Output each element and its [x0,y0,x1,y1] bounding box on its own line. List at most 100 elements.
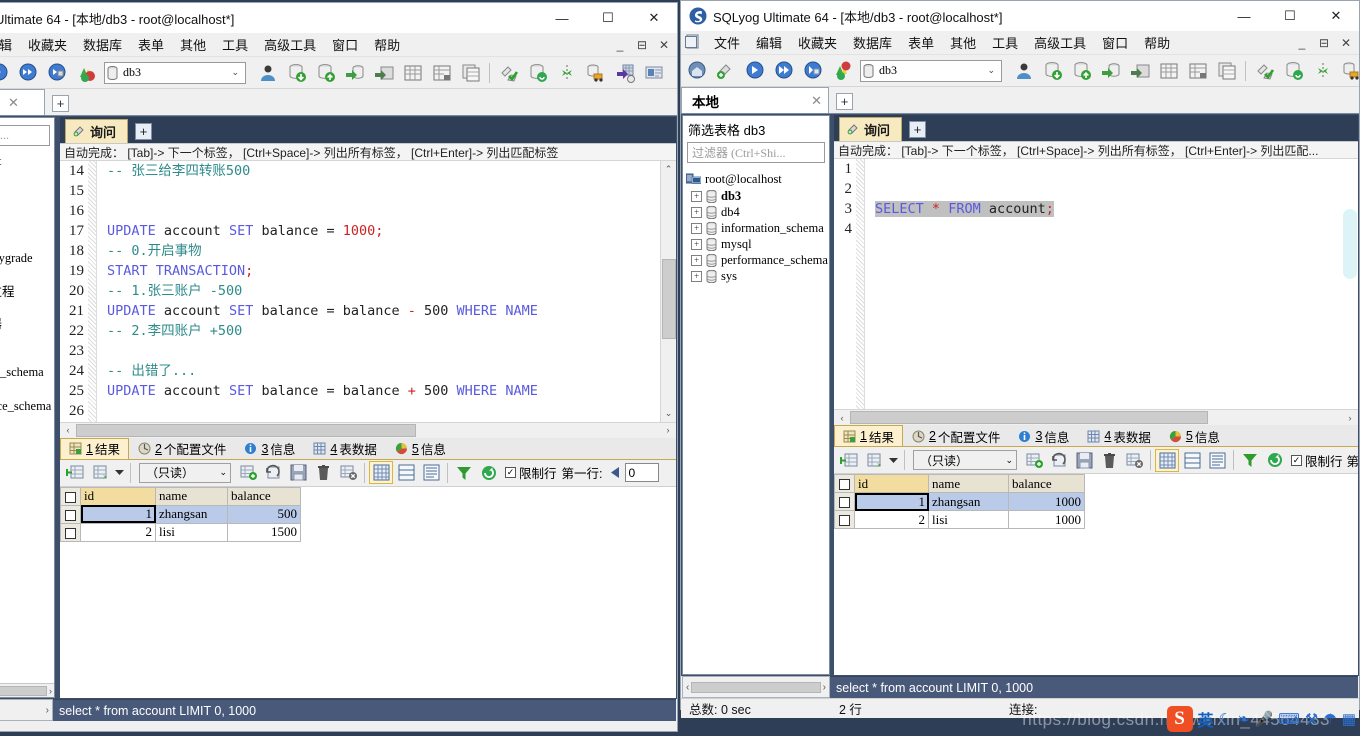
menu-item-other[interactable]: 其他 [942,31,984,54]
chevron-down-icon[interactable]: ⌄ [987,65,995,76]
right-code-content[interactable]: SELECT * FROM account; [865,159,1342,409]
left-result-grid[interactable]: id name balance 1 zhangsan 500 2 lisi 15… [60,486,676,698]
tree-node[interactable] [0,346,54,364]
moon-icon[interactable]: ☾ [1219,710,1232,728]
add-row-variant-icon[interactable] [862,449,886,472]
tree-node[interactable]: emp [0,218,54,234]
expander-icon[interactable]: + [691,254,702,266]
tree-node-mysql[interactable]: + mysql [683,236,829,252]
execute-query-icon[interactable] [742,57,769,84]
new-query-tab-button[interactable]: + [909,121,927,138]
microphone-icon[interactable]: 🎤 [1255,710,1274,728]
scroll-right-icon[interactable]: › [1342,410,1358,426]
tree-node[interactable]: dept [0,202,54,218]
close-button[interactable]: ✕ [631,3,677,33]
refresh-icon[interactable] [1263,449,1287,472]
tree-node-root[interactable]: root@localhost [683,170,829,188]
scroll-left-icon[interactable]: ‹ [834,410,850,426]
column-header-id[interactable]: id [80,486,156,506]
close-icon[interactable]: ✕ [8,95,19,111]
save-icon[interactable] [1072,449,1096,472]
delete-row-icon[interactable] [311,461,335,484]
backup-db-icon[interactable] [341,59,368,86]
table-row[interactable]: 2 lisi 1000 [834,510,1085,529]
delete-all-icon[interactable] [336,461,360,484]
dropdown-arrow-icon[interactable] [113,461,126,484]
cell-name[interactable]: lisi [928,510,1009,529]
scroll-right-icon[interactable]: › [49,686,52,696]
code-line[interactable]: SELECT * FROM account; [875,199,1342,219]
first-row-input[interactable]: 0 [624,463,659,482]
tree-hscrollbar[interactable]: ‹ › [0,683,54,697]
menu-item-4[interactable]: 其他 [172,33,214,56]
tree-node[interactable]: 发器 [0,314,54,331]
add-row-variant-icon[interactable] [88,461,112,484]
left-query-tabs[interactable]: 询问 + [60,117,676,143]
expander-icon[interactable]: + [691,238,702,250]
scroll-thumb[interactable] [661,259,676,339]
right-sqlyog-window[interactable]: SQLyog Ultimate 64 - [本地/db3 - root@loca… [680,0,1360,718]
right-object-tree-panel[interactable]: 筛选表格 db3 过滤器 (Ctrl+Shi... root@localhost… [682,115,830,675]
apps-icon[interactable]: ▦ [1342,710,1356,728]
insert-record-icon[interactable] [1022,449,1046,472]
tree-node[interactable]: job [0,234,54,250]
execute-all-icon[interactable] [15,59,42,86]
menu-item-8[interactable]: 帮助 [366,33,408,56]
scroll-right-icon[interactable]: › [660,422,676,438]
restore-db-icon[interactable] [370,59,397,86]
readonly-mode-selector[interactable]: （只读） ⌄ [913,450,1017,470]
right-tree-hscrollbar[interactable]: ‹ › [682,676,830,698]
chevron-down-icon[interactable]: ⌄ [1005,455,1013,466]
menu-item-help[interactable]: 帮助 [1136,31,1178,54]
row-checkbox-cell[interactable] [834,510,855,529]
data-transfer-icon[interactable] [1338,57,1359,84]
copy-table-icon[interactable] [457,59,484,86]
table-save-icon[interactable] [428,59,455,86]
result-tab-table-data[interactable]: 4 表数据 [304,438,385,459]
dropdown-arrow-icon[interactable] [887,449,900,472]
sync-check-icon[interactable] [1251,57,1278,84]
column-header-name[interactable]: name [928,474,1009,493]
cell-name[interactable]: zhangsan [155,504,228,524]
right-result-tabs[interactable]: 1 结果 2 个配置文件 3 信息 4 表数据 5 信息 [834,425,1358,447]
expander-icon[interactable]: + [691,222,702,234]
checkbox-icon[interactable]: ✓ [505,467,516,478]
result-tab-table-data[interactable]: 4 表数据 [1078,425,1159,446]
cell-balance[interactable]: 1000 [1008,510,1085,529]
code-line[interactable]: -- 出错了... [107,361,660,381]
scroll-right-icon[interactable]: › [823,682,826,693]
left-connection-tabs[interactable]: ✕ + [0,89,677,116]
data-transfer-icon[interactable] [582,59,609,86]
table-grid-icon[interactable] [399,59,426,86]
code-line[interactable] [875,159,1342,179]
db-sync-icon[interactable] [1280,57,1307,84]
result-tab-profiles[interactable]: 2 个配置文件 [903,425,1009,446]
left-editor-hscrollbar[interactable]: ‹ › [60,421,676,438]
menu-item-window[interactable]: 窗口 [1094,31,1136,54]
right-menubar[interactable]: 文件 编辑 收藏夹 数据库 表单 其他 工具 高级工具 窗口 帮助 _ ⊟ ✕ [681,31,1359,55]
code-line[interactable] [875,179,1342,199]
import-db-icon[interactable] [283,59,310,86]
grid-view-icon[interactable] [1155,448,1179,472]
menu-item-file[interactable]: 文件 [706,31,748,54]
menu-item-5[interactable]: 工具 [214,33,256,56]
tree-node-sys[interactable]: + sys [683,268,829,284]
expander-icon[interactable]: + [691,270,702,282]
result-tab-info[interactable]: 5 信息 [386,438,455,459]
tree-filter-input[interactable]: Shi... [0,125,50,146]
right-sql-editor[interactable]: 1 2 3 4 SELECT * FROM account; [834,159,1358,409]
minimize-button[interactable]: — [1221,1,1267,31]
cell-id[interactable]: 1 [80,504,156,524]
cell-id[interactable]: 2 [80,522,156,542]
close-icon[interactable]: ✕ [811,93,822,109]
code-line[interactable] [875,219,1342,239]
row-checkbox-cell[interactable] [60,504,81,524]
code-line[interactable]: -- 2.李四账户 +500 [107,321,660,341]
cell-name[interactable]: zhangsan [928,492,1009,511]
refresh-icon[interactable] [477,461,501,484]
new-connection-tab-button[interactable]: + [836,93,853,110]
right-toolbar[interactable]: db3 ⌄ [681,55,1359,87]
cell-id[interactable]: 1 [854,492,929,511]
menu-item-1[interactable]: 收藏夹 [20,33,75,56]
expander-icon[interactable]: + [691,190,702,202]
